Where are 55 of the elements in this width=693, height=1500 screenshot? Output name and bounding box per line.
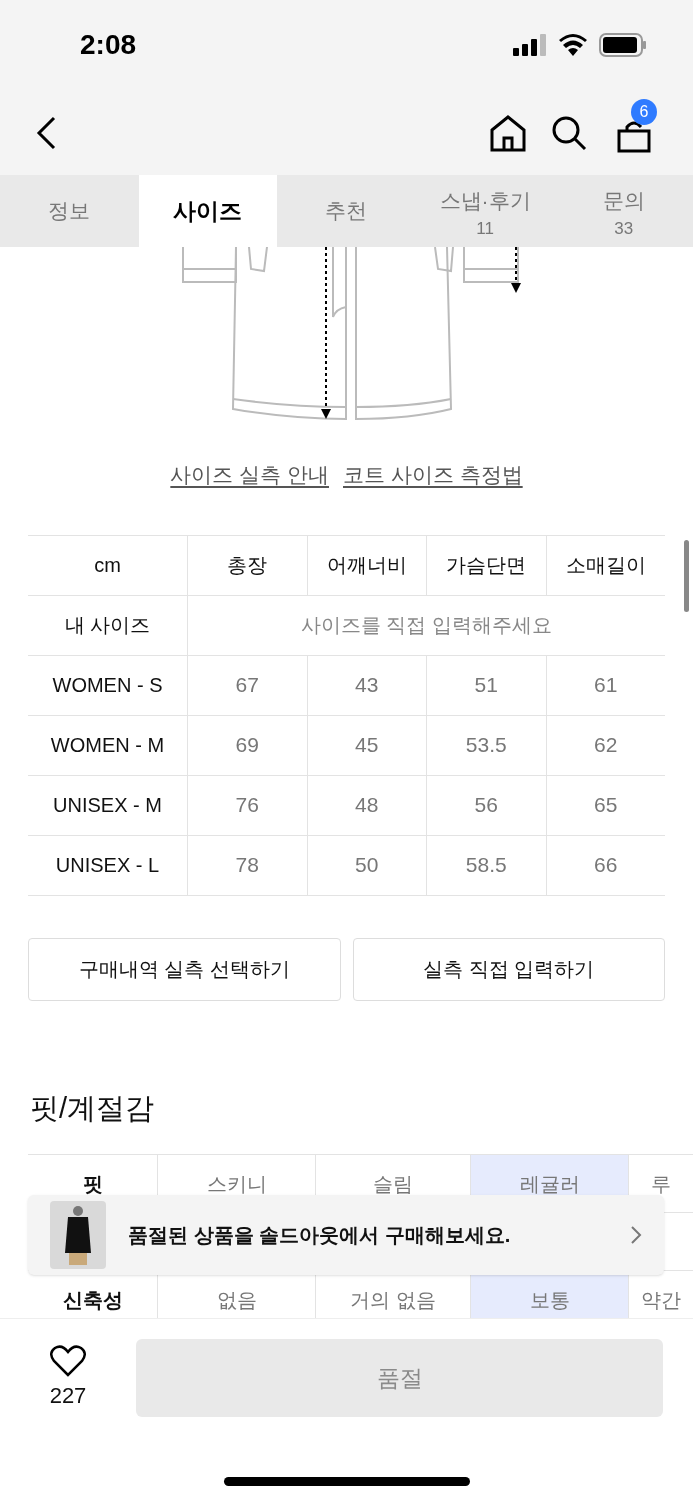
- table-cell: 51: [426, 655, 546, 715]
- row-label: 신축성: [61, 1287, 124, 1313]
- table-cell: 76: [187, 775, 307, 835]
- cart-count-badge: 6: [631, 98, 657, 125]
- column-header: 가슴단면: [426, 535, 546, 595]
- table-cell: 78: [187, 835, 307, 895]
- tab[interactable]: 정보: [0, 175, 139, 247]
- column-header: 총장: [187, 535, 307, 595]
- chevron-right-icon: [630, 1225, 642, 1245]
- table-cell: 69: [187, 715, 307, 775]
- tab[interactable]: 사이즈: [138, 175, 278, 247]
- row-label: WOMEN - M: [49, 733, 166, 758]
- table-cell: 43: [306, 655, 426, 715]
- column-header: 소매길이: [545, 535, 665, 595]
- tab[interactable]: 추천: [277, 175, 416, 247]
- row-label: WOMEN - S: [51, 673, 164, 698]
- table-cell: 48: [306, 775, 426, 835]
- column-header: cm: [93, 553, 122, 578]
- table-cell: 65: [545, 775, 665, 835]
- size-guide-link[interactable]: 사이즈 실측 안내: [170, 459, 329, 491]
- table-cell: 45: [306, 715, 426, 775]
- table-cell: 66: [545, 835, 665, 895]
- table-cell: 53.5: [426, 715, 546, 775]
- soldout-toast[interactable]: 품절된 상품을 솔드아웃에서 구매해보세요.: [28, 1195, 664, 1275]
- table-cell: 56: [426, 775, 546, 835]
- tab[interactable]: 문의 33: [554, 175, 693, 247]
- table-cell: 50: [306, 835, 426, 895]
- signal-icon: [513, 34, 547, 56]
- heart-icon: [50, 1344, 86, 1377]
- row-label: UNISEX - M: [52, 793, 163, 818]
- status-time: 2:08: [80, 28, 137, 62]
- battery-icon: [599, 33, 647, 57]
- row-label: 내 사이즈: [63, 613, 152, 638]
- home-icon: [489, 113, 527, 152]
- search-icon: [551, 114, 587, 151]
- row-label: UNISEX - L: [54, 853, 161, 878]
- size-action-button[interactable]: 실측 직접 입력하기: [352, 937, 665, 1001]
- table-cell: 67: [187, 655, 307, 715]
- cart-button[interactable]: [617, 120, 651, 153]
- scrollbar: [684, 540, 689, 612]
- like-button[interactable]: 227: [30, 1344, 106, 1412]
- back-icon: [36, 115, 56, 150]
- row-label: 핏: [81, 1171, 104, 1197]
- search-button[interactable]: [551, 114, 587, 151]
- table-cell: 62: [545, 715, 665, 775]
- home-button[interactable]: [489, 113, 527, 152]
- section-title: 핏/계절감: [30, 1090, 156, 1126]
- column-header: 어깨너비: [306, 535, 426, 595]
- size-action-button[interactable]: 구매내역 실측 선택하기: [28, 937, 341, 1001]
- bag-icon: [617, 120, 651, 153]
- size-guide-link[interactable]: 코트 사이즈 측정법: [343, 459, 523, 491]
- tab[interactable]: 스냅·후기 11: [415, 175, 555, 247]
- table-cell: 58.5: [426, 835, 546, 895]
- table-cell: 61: [545, 655, 665, 715]
- wifi-icon: [559, 34, 587, 56]
